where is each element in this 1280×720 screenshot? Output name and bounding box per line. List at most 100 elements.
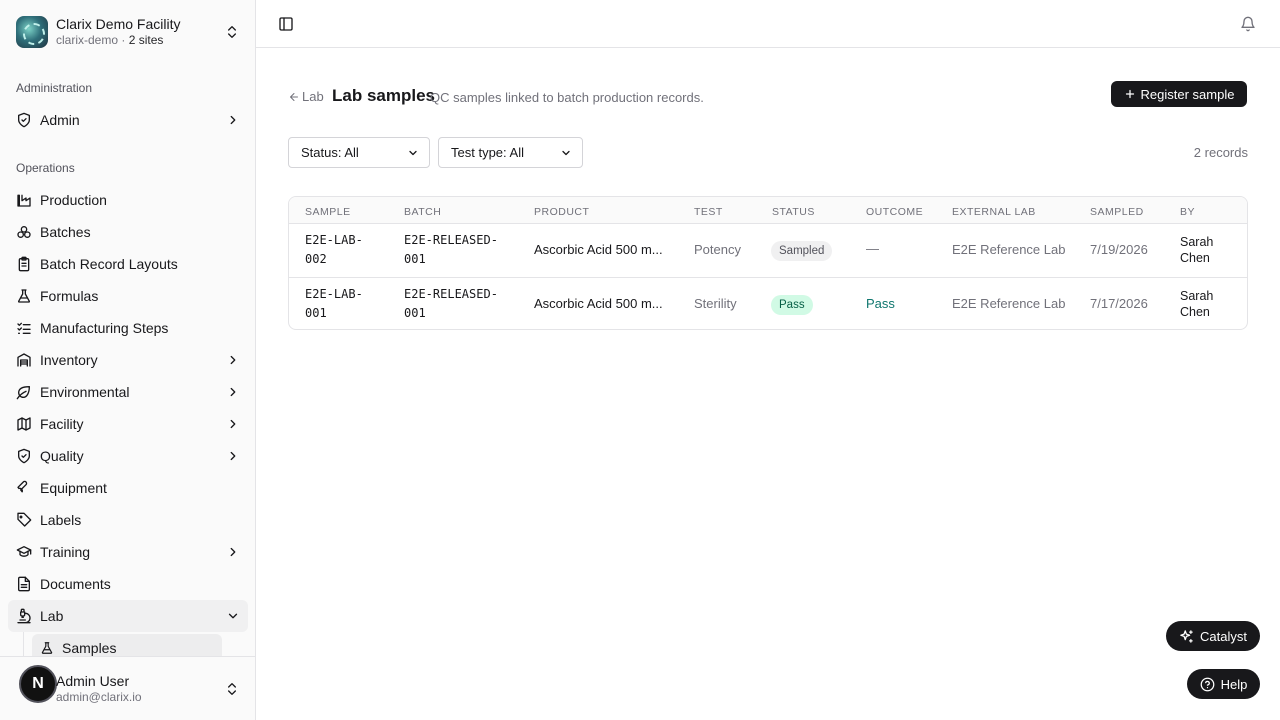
- group-label-operations: Operations: [16, 161, 75, 175]
- boxes-icon: [17, 226, 31, 238]
- column-header-sample[interactable]: SAMPLE: [305, 206, 351, 218]
- group-label-administration: Administration: [16, 81, 93, 95]
- sidebar-item-training[interactable]: Training: [8, 536, 248, 568]
- map-icon: [17, 417, 31, 431]
- sample-id[interactable]: E2E-LAB- 001: [305, 285, 363, 323]
- sidebar-item-label: Quality: [40, 448, 84, 464]
- sidebar-item-batch-record-layouts[interactable]: Batch Record Layouts: [8, 248, 248, 280]
- sidebar-item-batches[interactable]: Batches: [8, 216, 248, 248]
- status-filter-select[interactable]: Status: All: [288, 137, 430, 168]
- sidebar-item-label: Admin: [40, 112, 80, 128]
- catalyst-label: Catalyst: [1200, 628, 1247, 644]
- sidebar-item-label: Batch Record Layouts: [40, 256, 178, 272]
- topbar: [256, 0, 1280, 48]
- sidebar-item-environmental[interactable]: Environmental: [8, 376, 248, 408]
- avatar: N: [19, 665, 57, 703]
- column-header-status[interactable]: STATUS: [772, 206, 815, 218]
- chevron-right-icon: [230, 451, 236, 461]
- product-name: Ascorbic Acid 500 m...: [534, 296, 663, 311]
- register-sample-label: Register sample: [1140, 86, 1235, 102]
- chevrons-up-down-icon: [228, 683, 236, 695]
- sidebar-item-formulas[interactable]: Formulas: [8, 280, 248, 312]
- org-separator: ·: [121, 33, 126, 48]
- org-switcher[interactable]: Clarix Demo Facility clarix-demo · 2 sit…: [16, 16, 240, 48]
- warehouse-icon: [17, 353, 31, 367]
- org-sites: 2 sites: [128, 33, 164, 48]
- sidebar-item-label: Facility: [40, 416, 84, 432]
- status-badge: Sampled: [771, 241, 833, 261]
- sampled-by: Sarah Chen: [1180, 234, 1213, 266]
- table-row[interactable]: E2E-LAB- 002 E2E-RELEASED- 001 Ascorbic Ac…: [289, 224, 1247, 277]
- column-header-sampled[interactable]: SAMPLED: [1090, 206, 1144, 218]
- sidebar-item-facility[interactable]: Facility: [8, 408, 248, 440]
- sidebar-item-documents[interactable]: Documents: [8, 568, 248, 600]
- sidebar-item-admin[interactable]: Admin: [8, 104, 248, 136]
- bell-icon[interactable]: [1240, 16, 1256, 32]
- external-lab: E2E Reference Lab: [952, 296, 1066, 311]
- lab-samples-table: SAMPLE BATCH PRODUCT TEST STATUS OUTCOME…: [288, 196, 1248, 330]
- sampled-by-line: Chen: [1180, 305, 1210, 319]
- flask-icon: [41, 642, 53, 654]
- sidebar-item-equipment[interactable]: Equipment: [8, 472, 248, 504]
- sidebar-item-production[interactable]: Production: [8, 184, 248, 216]
- back-link[interactable]: Lab: [288, 89, 324, 104]
- badge-check-icon: [18, 448, 30, 464]
- column-header-by[interactable]: BY: [1180, 206, 1195, 218]
- sample-id-line: 002: [305, 252, 327, 266]
- column-header-test[interactable]: TEST: [694, 206, 723, 218]
- sidebar-item-label: Manufacturing Steps: [40, 320, 169, 336]
- sidebar-item-labels[interactable]: Labels: [8, 504, 248, 536]
- test-type-filter-select[interactable]: Test type: All: [438, 137, 583, 168]
- panel-left-icon[interactable]: [278, 16, 294, 32]
- test-type: Sterility: [694, 296, 737, 311]
- shield-check-icon: [18, 112, 30, 128]
- column-header-batch[interactable]: BATCH: [404, 206, 441, 218]
- record-count: 2 records: [1193, 145, 1248, 160]
- sidebar-item-inventory[interactable]: Inventory: [8, 344, 248, 376]
- org-text: Clarix Demo Facility clarix-demo · 2 sit…: [56, 16, 224, 48]
- catalyst-button[interactable]: Catalyst: [1166, 621, 1260, 651]
- sidebar-item-lab[interactable]: Lab: [8, 600, 248, 632]
- sampled-by-line: Sarah: [1180, 235, 1214, 249]
- microscope-icon: [17, 608, 31, 624]
- sample-id-line: E2E-LAB-: [305, 287, 363, 301]
- column-header-outcome[interactable]: OUTCOME: [866, 206, 923, 218]
- sidebar: Clarix Demo Facility clarix-demo · 2 sit…: [0, 0, 256, 720]
- help-button[interactable]: Help: [1187, 669, 1260, 699]
- sample-id[interactable]: E2E-LAB- 002: [305, 231, 363, 269]
- submenu-guide-line: [23, 632, 24, 656]
- table-row[interactable]: E2E-LAB- 001 E2E-RELEASED- 001 Ascorbic Ac…: [289, 277, 1247, 329]
- sidebar-item-quality[interactable]: Quality: [8, 440, 248, 472]
- batch-id[interactable]: E2E-RELEASED- 001: [404, 231, 498, 269]
- factory-icon: [17, 194, 31, 207]
- column-header-external-lab[interactable]: EXTERNAL LAB: [952, 206, 1036, 218]
- back-link-label: Lab: [302, 89, 324, 104]
- outcome: —: [866, 241, 879, 256]
- sidebar-item-label: Labels: [40, 512, 82, 528]
- chevron-right-icon: [230, 115, 236, 125]
- sidebar-subitem-label: Samples: [62, 640, 117, 656]
- sidebar-item-label: Documents: [40, 576, 111, 592]
- page-description: QC samples linked to batch production re…: [430, 90, 704, 105]
- batch-id-line: 001: [404, 252, 426, 266]
- flask-icon: [18, 289, 30, 303]
- clipboard-list-icon: [18, 256, 30, 272]
- column-header-product[interactable]: PRODUCT: [534, 206, 589, 218]
- chevron-right-icon: [230, 355, 236, 365]
- sampled-by-line: Chen: [1180, 251, 1210, 265]
- sidebar-item-label: Equipment: [40, 480, 107, 496]
- org-name: Clarix Demo Facility: [56, 16, 181, 33]
- batch-id-line: 001: [404, 306, 426, 320]
- chevron-right-icon: [230, 547, 236, 557]
- sparkles-icon: [1180, 629, 1193, 643]
- batch-id[interactable]: E2E-RELEASED- 001: [404, 285, 498, 323]
- table-header: SAMPLE BATCH PRODUCT TEST STATUS OUTCOME…: [289, 197, 1247, 224]
- org-slug: clarix-demo: [56, 33, 119, 48]
- batch-id-line: E2E-RELEASED-: [404, 287, 498, 301]
- user-menu[interactable]: N Admin User admin@clarix.io: [0, 656, 255, 720]
- sidebar-item-label: Inventory: [40, 352, 98, 368]
- wrench-icon: [17, 480, 28, 493]
- sampled-by-line: Sarah: [1180, 289, 1214, 303]
- sidebar-item-manufacturing-steps[interactable]: Manufacturing Steps: [8, 312, 248, 344]
- register-sample-button[interactable]: Register sample: [1111, 81, 1247, 107]
